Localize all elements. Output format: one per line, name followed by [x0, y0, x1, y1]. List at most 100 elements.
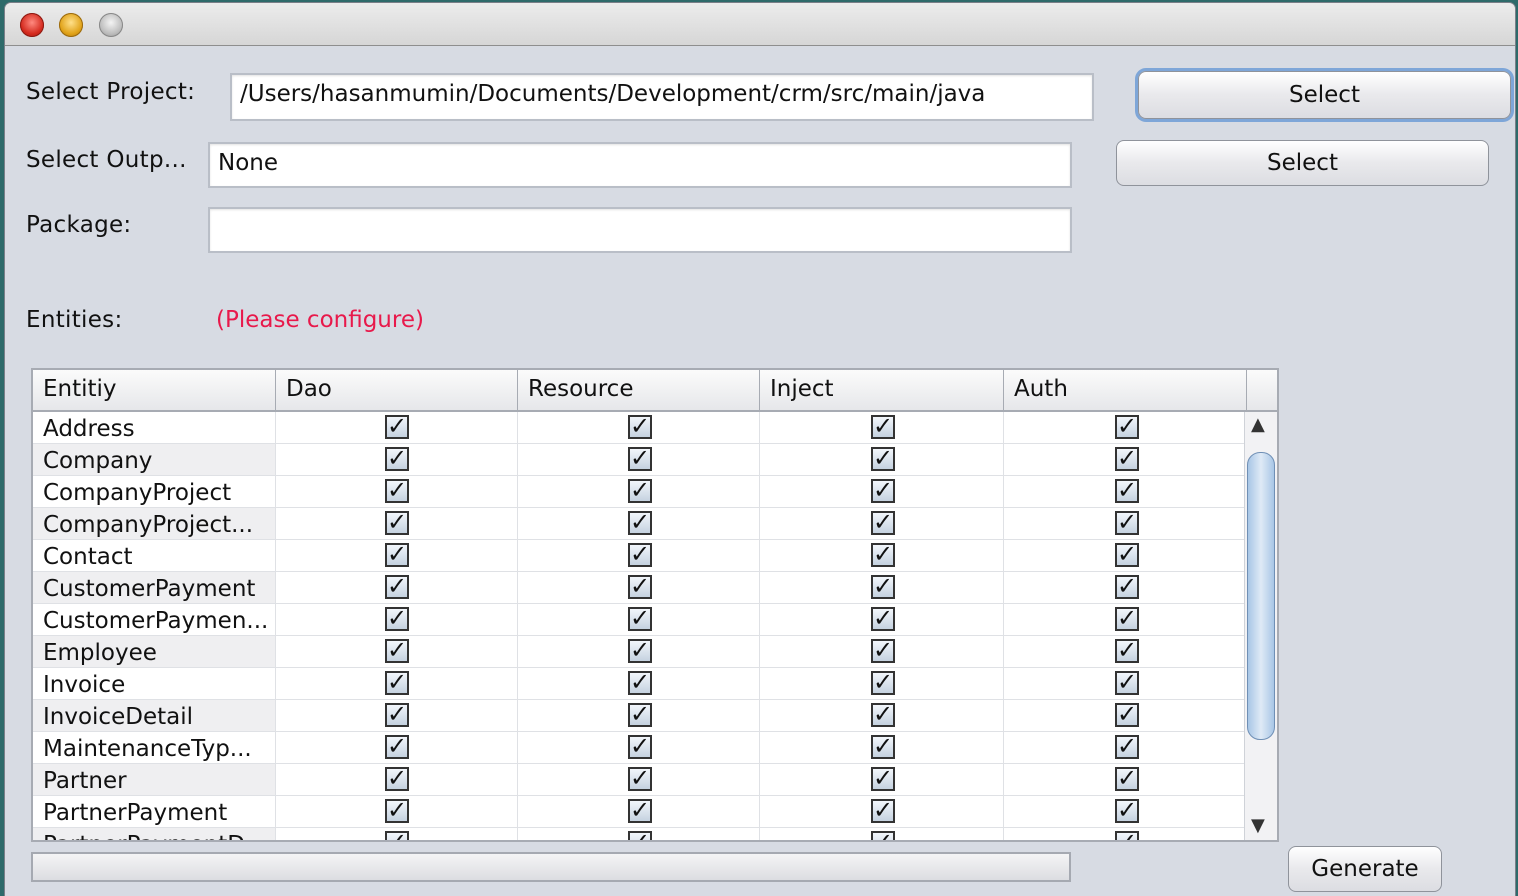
dao-checkbox[interactable]: ✓: [385, 414, 409, 439]
table-row[interactable]: Address ✓ ✓ ✓ ✓: [33, 412, 1247, 444]
table-row[interactable]: Employee ✓ ✓ ✓ ✓: [33, 636, 1247, 668]
auth-checkbox[interactable]: ✓: [1115, 670, 1139, 695]
project-path-field[interactable]: /Users/hasanmumin/Documents/Development/…: [230, 73, 1094, 121]
auth-checkbox[interactable]: ✓: [1115, 734, 1139, 759]
dao-checkbox[interactable]: ✓: [385, 446, 409, 471]
dao-checkbox[interactable]: ✓: [385, 638, 409, 663]
auth-checkbox[interactable]: ✓: [1115, 702, 1139, 727]
inject-checkbox[interactable]: ✓: [871, 734, 895, 759]
table-row[interactable]: CustomerPaymen... ✓ ✓ ✓ ✓: [33, 604, 1247, 636]
auth-checkbox[interactable]: ✓: [1115, 478, 1139, 503]
inject-checkbox[interactable]: ✓: [871, 542, 895, 567]
auth-checkbox[interactable]: ✓: [1115, 638, 1139, 663]
dao-checkbox[interactable]: ✓: [385, 766, 409, 791]
table-row[interactable]: PartnerPaymentD... ✓ ✓ ✓ ✓: [33, 828, 1247, 840]
table-row[interactable]: MaintenanceTyp... ✓ ✓ ✓ ✓: [33, 732, 1247, 764]
scroll-down-icon[interactable]: ▼: [1251, 815, 1265, 836]
inject-checkbox[interactable]: ✓: [871, 574, 895, 599]
resource-checkbox[interactable]: ✓: [628, 734, 652, 759]
dao-cell: ✓: [276, 604, 518, 635]
dao-checkbox[interactable]: ✓: [385, 606, 409, 631]
resource-checkbox[interactable]: ✓: [628, 606, 652, 631]
table-row[interactable]: Invoice ✓ ✓ ✓ ✓: [33, 668, 1247, 700]
auth-checkbox[interactable]: ✓: [1115, 446, 1139, 471]
table-row[interactable]: PartnerPayment ✓ ✓ ✓ ✓: [33, 796, 1247, 828]
dao-checkbox[interactable]: ✓: [385, 734, 409, 759]
entities-table: Entitiy Dao Resource Inject Auth Address…: [31, 368, 1279, 842]
table-row[interactable]: Partner ✓ ✓ ✓ ✓: [33, 764, 1247, 796]
minimize-icon[interactable]: [59, 13, 83, 37]
resource-checkbox[interactable]: ✓: [628, 638, 652, 663]
dao-cell: ✓: [276, 764, 518, 795]
inject-checkbox[interactable]: ✓: [871, 830, 895, 840]
auth-checkbox[interactable]: ✓: [1115, 542, 1139, 567]
inject-cell: ✓: [760, 444, 1004, 475]
auth-checkbox[interactable]: ✓: [1115, 766, 1139, 791]
auth-cell: ✓: [1004, 540, 1247, 571]
inject-checkbox[interactable]: ✓: [871, 414, 895, 439]
dao-checkbox[interactable]: ✓: [385, 670, 409, 695]
resource-checkbox[interactable]: ✓: [628, 574, 652, 599]
table-row[interactable]: CompanyProject... ✓ ✓ ✓ ✓: [33, 508, 1247, 540]
resource-checkbox[interactable]: ✓: [628, 702, 652, 727]
resource-checkbox[interactable]: ✓: [628, 542, 652, 567]
inject-checkbox[interactable]: ✓: [871, 766, 895, 791]
resource-checkbox[interactable]: ✓: [628, 478, 652, 503]
dao-cell: ✓: [276, 828, 518, 840]
package-field[interactable]: [208, 207, 1072, 253]
resource-checkbox[interactable]: ✓: [628, 510, 652, 535]
table-row[interactable]: InvoiceDetail ✓ ✓ ✓ ✓: [33, 700, 1247, 732]
dao-checkbox[interactable]: ✓: [385, 478, 409, 503]
resource-cell: ✓: [518, 700, 760, 731]
header-inject[interactable]: Inject: [760, 370, 1004, 410]
dao-cell: ✓: [276, 700, 518, 731]
entity-name-cell: Contact: [33, 540, 276, 571]
scroll-up-icon[interactable]: ▲: [1251, 414, 1265, 435]
header-resource[interactable]: Resource: [518, 370, 760, 410]
table-row[interactable]: CustomerPayment ✓ ✓ ✓ ✓: [33, 572, 1247, 604]
inject-checkbox[interactable]: ✓: [871, 798, 895, 823]
auth-checkbox[interactable]: ✓: [1115, 830, 1139, 840]
table-row[interactable]: CompanyProject ✓ ✓ ✓ ✓: [33, 476, 1247, 508]
inject-cell: ✓: [760, 796, 1004, 827]
auth-checkbox[interactable]: ✓: [1115, 606, 1139, 631]
close-icon[interactable]: [20, 13, 44, 37]
select-project-button[interactable]: Select: [1138, 71, 1511, 119]
resource-checkbox[interactable]: ✓: [628, 414, 652, 439]
table-row[interactable]: Company ✓ ✓ ✓ ✓: [33, 444, 1247, 476]
auth-checkbox[interactable]: ✓: [1115, 798, 1139, 823]
dao-checkbox[interactable]: ✓: [385, 510, 409, 535]
resource-cell: ✓: [518, 508, 760, 539]
inject-checkbox[interactable]: ✓: [871, 446, 895, 471]
resource-checkbox[interactable]: ✓: [628, 798, 652, 823]
auth-checkbox[interactable]: ✓: [1115, 414, 1139, 439]
output-path-field[interactable]: None: [208, 142, 1072, 188]
auth-checkbox[interactable]: ✓: [1115, 510, 1139, 535]
inject-checkbox[interactable]: ✓: [871, 638, 895, 663]
dao-checkbox[interactable]: ✓: [385, 574, 409, 599]
select-output-button[interactable]: Select: [1116, 140, 1489, 186]
zoom-icon[interactable]: [99, 13, 123, 37]
resource-checkbox[interactable]: ✓: [628, 830, 652, 840]
inject-checkbox[interactable]: ✓: [871, 510, 895, 535]
dao-checkbox[interactable]: ✓: [385, 702, 409, 727]
inject-checkbox[interactable]: ✓: [871, 478, 895, 503]
dao-checkbox[interactable]: ✓: [385, 542, 409, 567]
generate-button[interactable]: Generate: [1288, 846, 1442, 892]
scroll-thumb[interactable]: [1247, 452, 1275, 740]
inject-checkbox[interactable]: ✓: [871, 670, 895, 695]
table-row[interactable]: Contact ✓ ✓ ✓ ✓: [33, 540, 1247, 572]
resource-checkbox[interactable]: ✓: [628, 446, 652, 471]
entity-name-cell: PartnerPayment: [33, 796, 276, 827]
dao-checkbox[interactable]: ✓: [385, 830, 409, 840]
header-entity[interactable]: Entitiy: [33, 370, 276, 410]
resource-checkbox[interactable]: ✓: [628, 766, 652, 791]
header-dao[interactable]: Dao: [276, 370, 518, 410]
dao-checkbox[interactable]: ✓: [385, 798, 409, 823]
inject-checkbox[interactable]: ✓: [871, 606, 895, 631]
header-auth[interactable]: Auth: [1004, 370, 1247, 410]
inject-checkbox[interactable]: ✓: [871, 702, 895, 727]
vertical-scrollbar[interactable]: ▲ ▼: [1244, 412, 1277, 840]
auth-checkbox[interactable]: ✓: [1115, 574, 1139, 599]
resource-checkbox[interactable]: ✓: [628, 670, 652, 695]
